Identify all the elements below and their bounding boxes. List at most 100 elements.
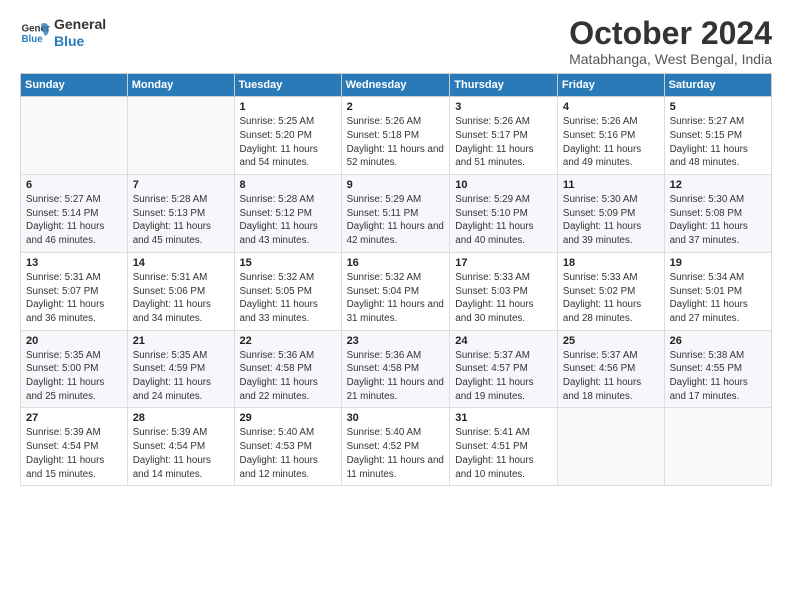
calendar-cell: 24 Sunrise: 5:37 AM Sunset: 4:57 PM Dayli… [450,330,558,408]
calendar-week-row: 6Sunrise: 5:27 AM Sunset: 5:14 PM Daylig… [21,175,772,253]
day-info: Sunrise: 5:28 AM Sunset: 5:13 PM Dayligh… [133,193,229,248]
day-number: 19 [670,257,766,269]
day-number: 16 [347,257,445,269]
calendar-cell: 17 Sunrise: 5:33 AM Sunset: 5:03 PM Dayli… [450,252,558,330]
day-info: Sunrise: 5:33 AM Sunset: 5:02 PM Dayligh… [563,271,659,326]
day-number: 4 [563,101,659,113]
day-info: Sunrise: 5:31 AM Sunset: 5:06 PM Dayligh… [133,271,229,326]
day-number: 28 [133,412,229,424]
calendar-cell: 9Sunrise: 5:29 AM Sunset: 5:11 PM Daylig… [341,175,450,253]
logo-icon: General Blue [20,18,50,48]
header: General Blue General Blue October 2024 M… [20,16,772,67]
day-number: 17 [455,257,552,269]
calendar-cell: 13 Sunrise: 5:31 AM Sunset: 5:07 PM Dayli… [21,252,128,330]
day-info: Sunrise: 5:30 AM Sunset: 5:08 PM Dayligh… [670,193,766,248]
day-info: Sunrise: 5:26 AM Sunset: 5:18 PM Dayligh… [347,115,445,170]
day-number: 21 [133,335,229,347]
day-header: Thursday [450,74,558,97]
calendar-cell: 6Sunrise: 5:27 AM Sunset: 5:14 PM Daylig… [21,175,128,253]
calendar-cell: 7Sunrise: 5:28 AM Sunset: 5:13 PM Daylig… [127,175,234,253]
day-number: 12 [670,179,766,191]
logo-line1: General [54,16,106,33]
day-info: Sunrise: 5:36 AM Sunset: 4:58 PM Dayligh… [240,349,336,404]
calendar-cell: 29 Sunrise: 5:40 AM Sunset: 4:53 PM Dayli… [234,408,341,486]
calendar-cell: 15Sunrise: 5:32 AM Sunset: 5:05 PM Dayli… [234,252,341,330]
calendar-cell: 22Sunrise: 5:36 AM Sunset: 4:58 PM Dayli… [234,330,341,408]
day-info: Sunrise: 5:37 AM Sunset: 4:57 PM Dayligh… [455,349,552,404]
calendar-cell: 28 Sunrise: 5:39 AM Sunset: 4:54 PM Dayli… [127,408,234,486]
calendar-cell: 26Sunrise: 5:38 AM Sunset: 4:55 PM Dayli… [664,330,771,408]
calendar-cell: 14 Sunrise: 5:31 AM Sunset: 5:06 PM Dayli… [127,252,234,330]
calendar-cell: 16 Sunrise: 5:32 AM Sunset: 5:04 PM Dayli… [341,252,450,330]
calendar-cell: 8 Sunrise: 5:28 AM Sunset: 5:12 PM Daylig… [234,175,341,253]
page: General Blue General Blue October 2024 M… [0,0,792,612]
day-info: Sunrise: 5:31 AM Sunset: 5:07 PM Dayligh… [26,271,122,326]
day-header: Tuesday [234,74,341,97]
main-title: October 2024 [569,16,772,51]
calendar-cell: 3Sunrise: 5:26 AM Sunset: 5:17 PM Daylig… [450,97,558,175]
day-info: Sunrise: 5:32 AM Sunset: 5:05 PM Dayligh… [240,271,336,326]
day-info: Sunrise: 5:33 AM Sunset: 5:03 PM Dayligh… [455,271,552,326]
day-number: 29 [240,412,336,424]
day-header: Saturday [664,74,771,97]
calendar-week-row: 13 Sunrise: 5:31 AM Sunset: 5:07 PM Dayli… [21,252,772,330]
day-info: Sunrise: 5:36 AM Sunset: 4:58 PM Dayligh… [347,349,445,404]
day-info: Sunrise: 5:32 AM Sunset: 5:04 PM Dayligh… [347,271,445,326]
day-number: 10 [455,179,552,191]
day-number: 27 [26,412,122,424]
day-info: Sunrise: 5:41 AM Sunset: 4:51 PM Dayligh… [455,426,552,481]
calendar-cell [127,97,234,175]
svg-text:Blue: Blue [22,34,44,45]
day-number: 5 [670,101,766,113]
day-number: 20 [26,335,122,347]
calendar-week-row: 1 Sunrise: 5:25 AM Sunset: 5:20 PM Daylig… [21,97,772,175]
day-number: 8 [240,179,336,191]
day-info: Sunrise: 5:37 AM Sunset: 4:56 PM Dayligh… [563,349,659,404]
day-number: 14 [133,257,229,269]
calendar-cell: 11 Sunrise: 5:30 AM Sunset: 5:09 PM Dayli… [557,175,664,253]
calendar-cell [664,408,771,486]
day-header: Sunday [21,74,128,97]
calendar-cell: 5 Sunrise: 5:27 AM Sunset: 5:15 PM Daylig… [664,97,771,175]
day-info: Sunrise: 5:25 AM Sunset: 5:20 PM Dayligh… [240,115,336,170]
calendar-cell: 10Sunrise: 5:29 AM Sunset: 5:10 PM Dayli… [450,175,558,253]
calendar-cell: 25Sunrise: 5:37 AM Sunset: 4:56 PM Dayli… [557,330,664,408]
day-number: 3 [455,101,552,113]
calendar-cell: 4 Sunrise: 5:26 AM Sunset: 5:16 PM Daylig… [557,97,664,175]
calendar-cell: 18 Sunrise: 5:33 AM Sunset: 5:02 PM Dayli… [557,252,664,330]
logo-line2: Blue [54,33,106,50]
day-number: 1 [240,101,336,113]
day-info: Sunrise: 5:35 AM Sunset: 5:00 PM Dayligh… [26,349,122,404]
day-info: Sunrise: 5:26 AM Sunset: 5:16 PM Dayligh… [563,115,659,170]
day-info: Sunrise: 5:34 AM Sunset: 5:01 PM Dayligh… [670,271,766,326]
calendar-cell: 21 Sunrise: 5:35 AM Sunset: 4:59 PM Dayli… [127,330,234,408]
day-number: 18 [563,257,659,269]
day-header: Friday [557,74,664,97]
day-info: Sunrise: 5:39 AM Sunset: 4:54 PM Dayligh… [133,426,229,481]
day-number: 2 [347,101,445,113]
day-info: Sunrise: 5:40 AM Sunset: 4:53 PM Dayligh… [240,426,336,481]
day-info: Sunrise: 5:28 AM Sunset: 5:12 PM Dayligh… [240,193,336,248]
calendar-cell: 30Sunrise: 5:40 AM Sunset: 4:52 PM Dayli… [341,408,450,486]
day-number: 11 [563,179,659,191]
day-header: Wednesday [341,74,450,97]
calendar-cell: 1 Sunrise: 5:25 AM Sunset: 5:20 PM Daylig… [234,97,341,175]
day-number: 24 [455,335,552,347]
calendar-cell [557,408,664,486]
day-info: Sunrise: 5:35 AM Sunset: 4:59 PM Dayligh… [133,349,229,404]
calendar-cell: 27Sunrise: 5:39 AM Sunset: 4:54 PM Dayli… [21,408,128,486]
day-number: 31 [455,412,552,424]
calendar-header-row: SundayMondayTuesdayWednesdayThursdayFrid… [21,74,772,97]
day-info: Sunrise: 5:27 AM Sunset: 5:15 PM Dayligh… [670,115,766,170]
day-header: Monday [127,74,234,97]
calendar-cell: 23 Sunrise: 5:36 AM Sunset: 4:58 PM Dayli… [341,330,450,408]
day-number: 13 [26,257,122,269]
day-number: 30 [347,412,445,424]
calendar: SundayMondayTuesdayWednesdayThursdayFrid… [20,73,772,486]
day-info: Sunrise: 5:38 AM Sunset: 4:55 PM Dayligh… [670,349,766,404]
day-number: 23 [347,335,445,347]
logo: General Blue General Blue [20,16,106,50]
day-info: Sunrise: 5:29 AM Sunset: 5:11 PM Dayligh… [347,193,445,248]
day-info: Sunrise: 5:30 AM Sunset: 5:09 PM Dayligh… [563,193,659,248]
calendar-cell: 20 Sunrise: 5:35 AM Sunset: 5:00 PM Dayli… [21,330,128,408]
